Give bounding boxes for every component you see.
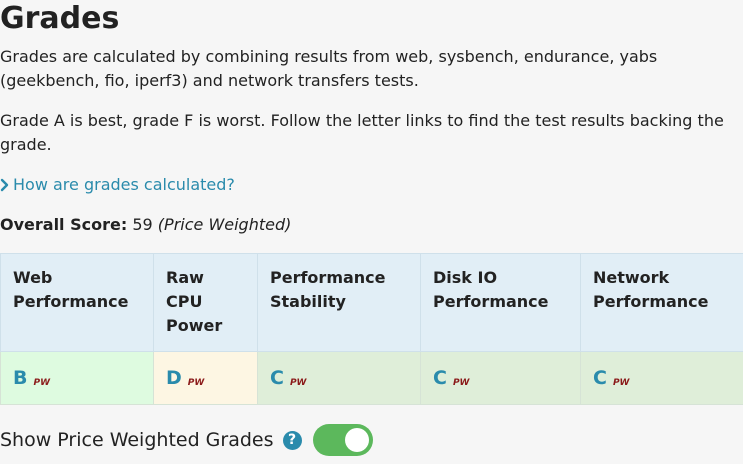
overall-score-note: (Price Weighted) (157, 215, 292, 234)
grade-scale-paragraph: Grade A is best, grade F is worst. Follo… (0, 111, 724, 154)
grade-link-cpu[interactable]: D (166, 367, 182, 389)
intro-paragraph: Grades are calculated by combining resul… (0, 47, 658, 90)
page-title: Grades (0, 1, 120, 36)
grade-cell-stability: C PW (257, 351, 421, 405)
grade-link-web[interactable]: B (13, 367, 27, 389)
header-disk-io-performance: Disk IO Performance (420, 253, 581, 352)
grade-cell-disk-io: C PW (420, 351, 581, 405)
header-raw-cpu-power: Raw CPU Power (153, 253, 258, 352)
grade-cell-cpu: D PW (153, 351, 258, 405)
price-weighted-toggle-row: Show Price Weighted Grades ? (0, 423, 373, 457)
price-weighted-toggle-switch[interactable] (312, 424, 373, 456)
question-circle-icon[interactable]: ? (282, 430, 302, 450)
grades-header-row: Web Performance Raw CPU Power Performanc… (0, 253, 743, 352)
toggle-knob (344, 428, 369, 452)
overall-score: Overall Score: 59 (Price Weighted) (0, 213, 291, 237)
grade-cell-web: B PW (0, 351, 154, 405)
header-web-performance: Web Performance (0, 253, 154, 352)
grade-link-disk-io[interactable]: C (433, 367, 447, 389)
grade-cell-network: C PW (580, 351, 743, 405)
price-weighted-toggle-label: Show Price Weighted Grades (0, 429, 274, 451)
price-weighted-tag: PW (452, 378, 470, 388)
chevron-right-icon (0, 178, 9, 192)
overall-score-value: 59 (132, 215, 153, 234)
price-weighted-tag: PW (289, 378, 307, 388)
price-weighted-tag: PW (612, 378, 630, 388)
header-network-performance: Network Performance (580, 253, 743, 352)
price-weighted-tag: PW (187, 378, 205, 388)
overall-score-label: Overall Score: (0, 215, 128, 234)
grade-link-network[interactable]: C (593, 367, 607, 389)
price-weighted-tag: PW (33, 378, 51, 388)
grades-row: B PW D PW C PW C PW C PW (0, 351, 743, 405)
grades-table: Web Performance Raw CPU Power Performanc… (0, 253, 743, 405)
how-grades-calculated-label: How are grades calculated? (13, 175, 235, 194)
header-performance-stability: Performance Stability (257, 253, 421, 352)
how-grades-calculated-link[interactable]: How are grades calculated? (0, 173, 235, 197)
grade-link-stability[interactable]: C (270, 367, 284, 389)
